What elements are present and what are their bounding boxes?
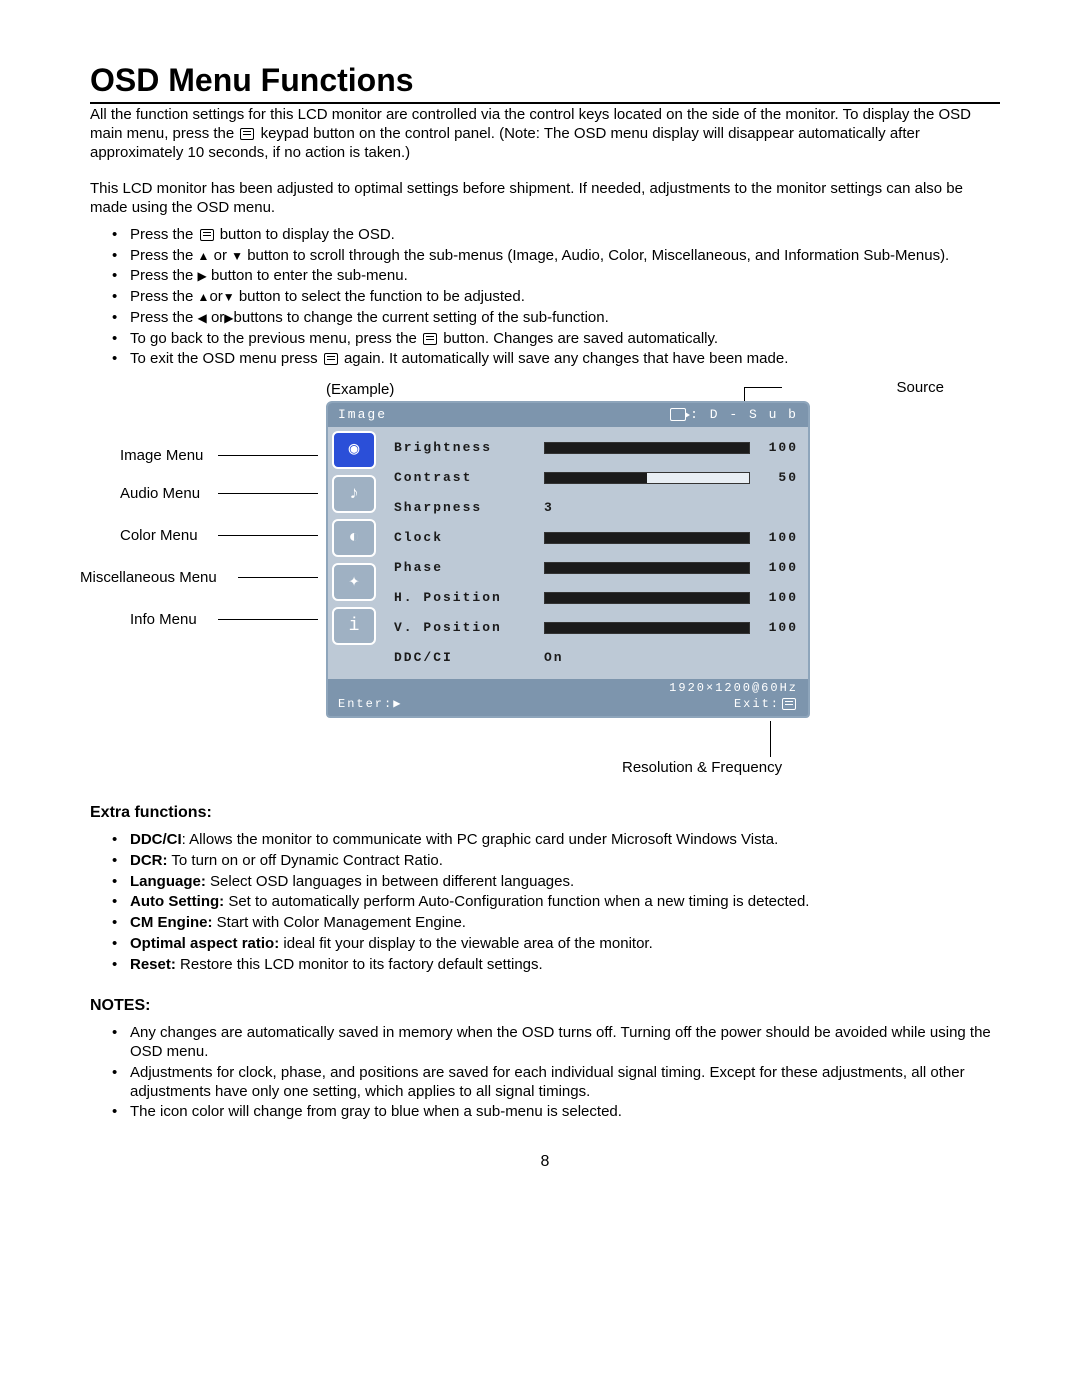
list-item: Any changes are automatically saved in m… <box>90 1024 1000 1062</box>
annotation-audio-menu: Audio Menu <box>120 485 200 504</box>
list-item: The icon color will change from gray to … <box>90 1103 1000 1122</box>
step-6: To go back to the previous menu, press t… <box>90 330 1000 349</box>
left-triangle-icon: ◀ <box>198 311 207 325</box>
list-item: Optimal aspect ratio: ideal fit your dis… <box>90 935 1000 954</box>
osd-enter-hint: Enter:▶ <box>338 697 402 712</box>
osd-row[interactable]: Sharpness3 <box>394 493 798 523</box>
list-item: DDC/CI: Allows the monitor to communicat… <box>90 831 1000 850</box>
step-5: Press the ◀ or▶buttons to change the cur… <box>90 309 1000 328</box>
osd-source: : D - S u b <box>670 407 798 423</box>
osd-row-value: 100 <box>758 560 798 576</box>
color-menu-icon[interactable]: ◐ <box>332 519 376 557</box>
page-title: OSD Menu Functions <box>90 60 1000 104</box>
image-menu-icon[interactable]: ◉ <box>332 431 376 469</box>
misc-menu-icon[interactable]: ✦ <box>332 563 376 601</box>
osd-resolution-block: 1920×1200@60Hz Exit: <box>669 681 798 712</box>
osd-exit-hint: Exit: <box>669 697 798 713</box>
annotation-color-menu: Color Menu <box>120 527 198 546</box>
osd-slider-bar[interactable] <box>544 622 750 634</box>
info-menu-icon[interactable]: i <box>332 607 376 645</box>
osd-side-icons: ◉ ♪ ◐ ✦ i <box>328 427 386 679</box>
annotation-misc-menu: Miscellaneous Menu <box>80 569 217 588</box>
osd-row-value: 100 <box>758 440 798 456</box>
osd-row-label: V. Position <box>394 620 544 636</box>
annotation-info-menu: Info Menu <box>130 611 197 630</box>
osd-slider-bar[interactable] <box>544 472 750 484</box>
osd-slider-bar[interactable] <box>544 532 750 544</box>
list-item: Auto Setting: Set to automatically perfo… <box>90 893 1000 912</box>
right-triangle-icon: ▶ <box>198 269 207 283</box>
osd-row[interactable]: Clock 100 <box>394 523 798 553</box>
osd-titlebar: Image : D - S u b <box>328 403 808 427</box>
right-triangle-icon: ▶ <box>393 697 402 711</box>
osd-row-value: 100 <box>758 620 798 636</box>
osd-menu-title: Image <box>338 407 387 423</box>
annotation-source: Source <box>896 379 944 398</box>
osd-row[interactable]: Brightness 100 <box>394 433 798 463</box>
osd-row[interactable]: V. Position 100 <box>394 613 798 643</box>
osd-row-value: 100 <box>758 530 798 546</box>
list-item: DCR: To turn on or off Dynamic Contract … <box>90 852 1000 871</box>
menu-icon <box>324 353 338 365</box>
step-3: Press the ▶ button to enter the sub-menu… <box>90 267 1000 286</box>
osd-slider-bar[interactable] <box>544 592 750 604</box>
audio-menu-icon[interactable]: ♪ <box>332 475 376 513</box>
osd-row[interactable]: Contrast 50 <box>394 463 798 493</box>
step-7: To exit the OSD menu press again. It aut… <box>90 350 1000 369</box>
annotation-resolution-frequency: Resolution & Frequency <box>622 759 782 778</box>
osd-row-label: H. Position <box>394 590 544 606</box>
osd-window: Image : D - S u b ◉ ♪ ◐ ✦ i Brightness 10… <box>326 401 810 718</box>
extra-functions-list: DDC/CI: Allows the monitor to communicat… <box>90 831 1000 974</box>
notes-heading: NOTES: <box>90 996 1000 1016</box>
osd-row[interactable]: Phase 100 <box>394 553 798 583</box>
osd-example: (Example) Source Image Menu Audio Menu C… <box>90 381 1000 781</box>
example-label: (Example) <box>326 381 394 400</box>
osd-slider-bar[interactable] <box>544 562 750 574</box>
osd-resolution: 1920×1200@60Hz <box>669 681 798 697</box>
step-4: Press the ▲or▼ button to select the func… <box>90 288 1000 307</box>
notes-list: Any changes are automatically saved in m… <box>90 1024 1000 1122</box>
menu-icon <box>782 698 796 710</box>
list-item: Language: Select OSD languages in betwee… <box>90 873 1000 892</box>
instructions-list: Press the button to display the OSD. Pre… <box>90 226 1000 369</box>
step-1: Press the button to display the OSD. <box>90 226 1000 245</box>
osd-row-label: Phase <box>394 560 544 576</box>
list-item: Adjustments for clock, phase, and positi… <box>90 1064 1000 1102</box>
osd-row[interactable]: DDC/CIOn <box>394 643 798 673</box>
menu-icon <box>240 128 254 140</box>
osd-row-label: Brightness <box>394 440 544 456</box>
down-triangle-icon: ▼ <box>231 249 243 263</box>
osd-row-value: 50 <box>758 470 798 486</box>
osd-row-value: 100 <box>758 590 798 606</box>
osd-row-label: DDC/CI <box>394 650 544 666</box>
extra-functions-heading: Extra functions: <box>90 803 1000 823</box>
osd-slider-bar[interactable] <box>544 442 750 454</box>
input-source-icon <box>670 408 686 421</box>
osd-footer: Enter:▶ 1920×1200@60Hz Exit: <box>328 679 808 716</box>
osd-row-value: 3 <box>544 500 554 516</box>
osd-row-label: Clock <box>394 530 544 546</box>
intro-paragraph-1: All the function settings for this LCD m… <box>90 106 1000 162</box>
list-item: Reset: Restore this LCD monitor to its f… <box>90 956 1000 975</box>
menu-icon <box>200 229 214 241</box>
menu-icon <box>423 333 437 345</box>
step-2: Press the ▲ or ▼ button to scroll throug… <box>90 247 1000 266</box>
down-triangle-icon: ▼ <box>223 290 235 304</box>
osd-row[interactable]: H. Position 100 <box>394 583 798 613</box>
osd-row-value: On <box>544 650 564 666</box>
page-number: 8 <box>90 1152 1000 1172</box>
list-item: CM Engine: Start with Color Management E… <box>90 914 1000 933</box>
osd-row-label: Sharpness <box>394 500 544 516</box>
intro-paragraph-2: This LCD monitor has been adjusted to op… <box>90 180 1000 218</box>
annotation-image-menu: Image Menu <box>120 447 203 466</box>
right-triangle-icon: ▶ <box>224 311 233 325</box>
osd-row-label: Contrast <box>394 470 544 486</box>
up-triangle-icon: ▲ <box>198 249 210 263</box>
osd-settings-list: Brightness100Contrast50Sharpness3Clock10… <box>386 427 808 679</box>
up-triangle-icon: ▲ <box>198 290 210 304</box>
